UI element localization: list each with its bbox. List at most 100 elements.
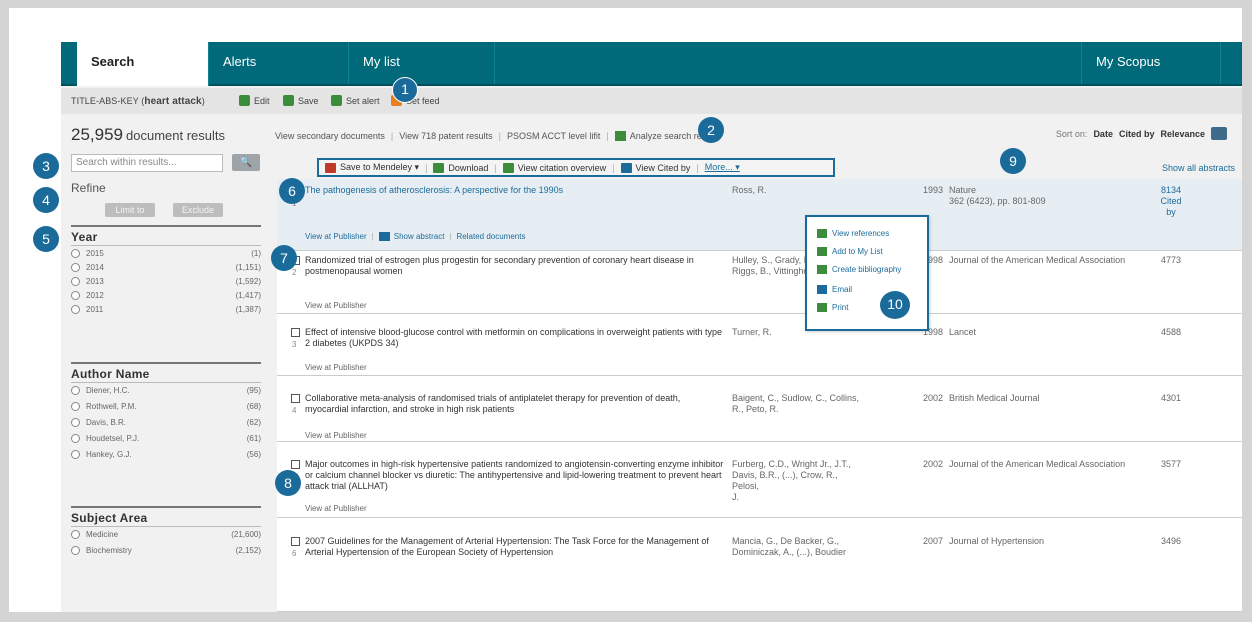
- result-source[interactable]: Lancet: [949, 327, 1149, 338]
- sort-date[interactable]: Date: [1093, 129, 1113, 139]
- facet-item[interactable]: 2014 (1,151): [71, 262, 261, 276]
- create-bibliography-item[interactable]: Create bibliography: [817, 265, 901, 274]
- view-at-publisher-link[interactable]: View at Publisher: [305, 301, 367, 310]
- facet-name: Medicine: [86, 530, 119, 539]
- add-to-my-list-item[interactable]: Add to My List: [817, 247, 883, 256]
- checkbox[interactable]: [71, 402, 80, 411]
- facet-divider: [71, 506, 261, 508]
- result-checkbox[interactable]: [291, 460, 300, 469]
- facet-item[interactable]: Rothwell, P.M. (68): [71, 401, 261, 415]
- facet-item[interactable]: Houdetsel, P.J. (61): [71, 433, 261, 447]
- result-source[interactable]: Nature 362 (6423), pp. 801-809: [949, 185, 1149, 207]
- result-title-link[interactable]: 2007 Guidelines for the Management of Ar…: [305, 536, 725, 558]
- facet-item[interactable]: Hankey, G.J. (56): [71, 449, 261, 463]
- result-checkbox[interactable]: [291, 328, 300, 337]
- result-authors[interactable]: Baigent, C., Sudlow, C., Collins, R., Pe…: [732, 393, 862, 415]
- checkbox[interactable]: [71, 305, 80, 314]
- facet-name: 2014: [86, 263, 104, 272]
- result-cited-by[interactable]: 4301: [1151, 393, 1191, 404]
- view-at-publisher-link[interactable]: View at Publisher: [305, 504, 367, 513]
- show-all-abstracts-link[interactable]: Show all abstracts: [1162, 163, 1235, 173]
- result-checkbox[interactable]: [291, 537, 300, 546]
- result-number: 2: [292, 268, 297, 277]
- show-abstract-link[interactable]: Show abstract: [394, 232, 445, 241]
- count-value: 25,959: [71, 125, 123, 144]
- view-at-publisher-link[interactable]: View at Publisher: [305, 232, 367, 241]
- facet-item[interactable]: Medicine (21,600): [71, 529, 261, 543]
- facet-item[interactable]: 2013 (1,592): [71, 276, 261, 290]
- checkbox[interactable]: [71, 291, 80, 300]
- checkbox[interactable]: [71, 263, 80, 272]
- save-button[interactable]: Save: [283, 95, 319, 106]
- view-at-publisher-link[interactable]: View at Publisher: [305, 431, 367, 440]
- checkbox[interactable]: [71, 450, 80, 459]
- result-cited-by[interactable]: 4588: [1151, 327, 1191, 338]
- result-title-link[interactable]: Major outcomes in high-risk hypertensive…: [305, 459, 725, 492]
- result-authors[interactable]: Ross, R.: [732, 185, 862, 196]
- secondary-docs-link[interactable]: View secondary documents: [275, 131, 385, 141]
- more-button[interactable]: More... ▾: [705, 162, 740, 173]
- result-authors[interactable]: Mancia, G., De Backer, G., Dominiczak, A…: [732, 536, 862, 558]
- result-source[interactable]: British Medical Journal: [949, 393, 1149, 404]
- save-to-mendeley-button[interactable]: Save to Mendeley ▾: [325, 162, 419, 173]
- limit-to-button[interactable]: Limit to: [105, 203, 155, 217]
- view-references-item[interactable]: View references: [817, 229, 889, 238]
- tab-my-scopus[interactable]: My Scopus: [1081, 42, 1221, 84]
- result-title-link[interactable]: The pathogenesis of atherosclerosis: A p…: [305, 185, 725, 196]
- patent-results-link[interactable]: View 718 patent results: [399, 131, 492, 141]
- result-title-link[interactable]: Effect of intensive blood-glucose contro…: [305, 327, 725, 349]
- sort-direction-button[interactable]: [1211, 127, 1227, 140]
- tab-search[interactable]: Search: [77, 42, 209, 86]
- toolbar-label: Save to Mendeley ▾: [340, 162, 420, 172]
- facet-item[interactable]: Diener, H.C. (95): [71, 385, 261, 399]
- print-item[interactable]: Print: [817, 303, 848, 312]
- result-source[interactable]: Journal of the American Medical Associat…: [949, 255, 1149, 266]
- checkbox[interactable]: [71, 418, 80, 427]
- checkbox[interactable]: [71, 530, 80, 539]
- result-authors[interactable]: Furberg, C.D., Wright Jr., J.T., Davis, …: [732, 459, 862, 503]
- checkbox[interactable]: [71, 546, 80, 555]
- facet-item[interactable]: Davis, B.R. (62): [71, 417, 261, 431]
- facet-item[interactable]: 2012 (1,417): [71, 290, 261, 304]
- sort-cited-by[interactable]: Cited by: [1119, 129, 1155, 139]
- result-title-link[interactable]: Randomized trial of estrogen plus proges…: [305, 255, 725, 277]
- query-prefix: TITLE-ABS-KEY (: [71, 96, 145, 106]
- facet-name: 2015: [86, 249, 104, 258]
- result-checkbox[interactable]: [291, 394, 300, 403]
- download-button[interactable]: Download: [433, 162, 488, 173]
- checkbox[interactable]: [71, 434, 80, 443]
- edit-button[interactable]: Edit: [239, 95, 270, 106]
- set-alert-label: Set alert: [346, 95, 380, 106]
- email-item[interactable]: Email: [817, 285, 852, 294]
- tab-my-list[interactable]: My list: [349, 42, 495, 84]
- result-cited-by[interactable]: 3496: [1151, 536, 1191, 547]
- search-within-input[interactable]: Search within results...: [71, 154, 223, 172]
- result-title-link[interactable]: Collaborative meta-analysis of randomise…: [305, 393, 725, 415]
- view-at-publisher-link[interactable]: View at Publisher: [305, 363, 367, 372]
- facet-item[interactable]: 2015 (1): [71, 248, 261, 262]
- checkbox[interactable]: [71, 249, 80, 258]
- exclude-button[interactable]: Exclude: [173, 203, 223, 217]
- related-documents-link[interactable]: Related documents: [457, 232, 526, 241]
- query-text: TITLE-ABS-KEY (heart attack): [71, 96, 205, 107]
- view-cited-by-button[interactable]: View Cited by: [620, 162, 690, 173]
- sort-relevance[interactable]: Relevance: [1160, 129, 1205, 139]
- tab-alerts[interactable]: Alerts: [209, 42, 349, 84]
- level-link[interactable]: PSOSM ACCT level lifit: [507, 131, 600, 141]
- facet-item[interactable]: Biochemistry (2,152): [71, 545, 261, 559]
- tab-label: Search: [91, 54, 135, 69]
- checkbox[interactable]: [71, 386, 80, 395]
- set-alert-button[interactable]: Set alert: [331, 95, 380, 106]
- checkbox[interactable]: [71, 277, 80, 286]
- result-cited-by[interactable]: 4773: [1151, 255, 1191, 266]
- facet-author-title: Author Name: [71, 367, 150, 381]
- result-cited-by[interactable]: 8134 Cited by: [1151, 185, 1191, 218]
- mendeley-icon: [325, 162, 336, 173]
- result-source[interactable]: Journal of the American Medical Associat…: [949, 459, 1149, 470]
- facet-item[interactable]: 2011 (1,387): [71, 304, 261, 318]
- tab-label: My list: [363, 54, 400, 69]
- result-source[interactable]: Journal of Hypertension: [949, 536, 1149, 547]
- search-within-button[interactable]: 🔍: [232, 154, 260, 171]
- result-cited-by[interactable]: 3577: [1151, 459, 1191, 470]
- citation-overview-button[interactable]: View citation overview: [502, 162, 606, 173]
